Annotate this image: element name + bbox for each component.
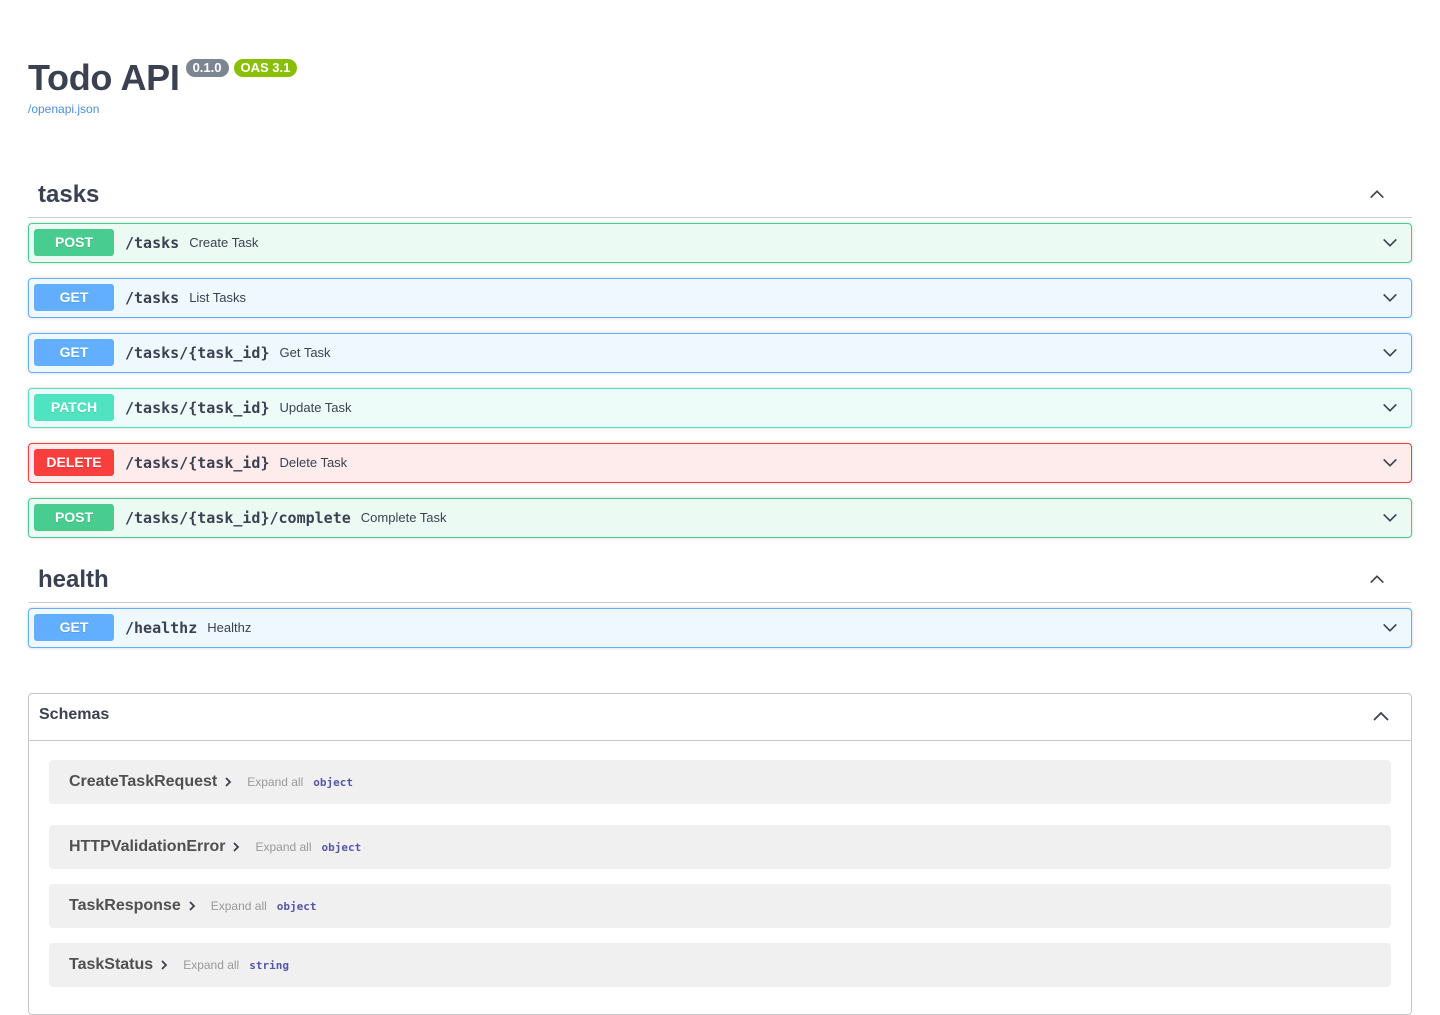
- operation-path: /tasks: [125, 234, 180, 252]
- operation-path-line: /tasks List Tasks: [125, 279, 246, 317]
- expand-all-link[interactable]: Expand all: [211, 899, 267, 913]
- tag-health-name: health: [38, 566, 109, 593]
- openapi-json-link[interactable]: /openapi.json: [28, 102, 297, 116]
- chevron-down-icon[interactable]: [1381, 509, 1399, 527]
- schema-item[interactable]: TaskResponse Expand all object: [49, 884, 1391, 928]
- expand-all-link[interactable]: Expand all: [247, 775, 303, 789]
- chevron-right-icon[interactable]: [159, 959, 169, 971]
- operation-summary: Create Task: [189, 235, 259, 250]
- operation-path: /tasks/{task_id}: [125, 344, 270, 362]
- schema-name[interactable]: TaskResponse: [69, 897, 181, 915]
- chevron-down-icon[interactable]: [1381, 344, 1399, 362]
- chevron-down-icon[interactable]: [1381, 454, 1399, 472]
- version-badge: 0.1.0: [185, 59, 229, 77]
- method-badge: PATCH: [34, 394, 114, 421]
- operation-path-line: /tasks/{task_id}/complete Complete Task: [125, 499, 447, 537]
- operation-path-line: /tasks/{task_id} Get Task: [125, 334, 331, 372]
- operation-path: /tasks/{task_id}: [125, 454, 270, 472]
- schema-type: object: [276, 899, 317, 913]
- schema-name[interactable]: HTTPValidationError: [69, 838, 225, 856]
- operation-summary: Healthz: [207, 620, 252, 635]
- operation-delete-task[interactable]: DELETE /tasks/{task_id} Delete Task: [28, 443, 1412, 483]
- operation-summary: Delete Task: [279, 455, 348, 470]
- chevron-down-icon[interactable]: [1381, 399, 1399, 417]
- chevron-right-icon[interactable]: [231, 841, 241, 853]
- method-badge: POST: [34, 229, 114, 256]
- method-badge: DELETE: [34, 449, 114, 476]
- operation-get-task[interactable]: GET /tasks/{task_id} Get Task: [28, 333, 1412, 373]
- method-badge: GET: [34, 614, 114, 641]
- tag-tasks-header[interactable]: tasks: [28, 171, 1412, 218]
- api-title: Todo API: [28, 57, 180, 98]
- operation-path: /tasks/{task_id}: [125, 399, 270, 417]
- chevron-down-icon[interactable]: [1381, 289, 1399, 307]
- api-info: Todo API 0.1.0 OAS 3.1 /openapi.json: [28, 57, 298, 116]
- oas-badge: OAS 3.1: [233, 59, 298, 77]
- operation-path: /tasks: [125, 289, 180, 307]
- schemas-header[interactable]: Schemas: [29, 694, 1411, 741]
- operation-patch-task[interactable]: PATCH /tasks/{task_id} Update Task: [28, 388, 1412, 428]
- operation-post-complete-task[interactable]: POST /tasks/{task_id}/complete Complete T…: [28, 498, 1412, 538]
- chevron-right-icon[interactable]: [187, 900, 197, 912]
- schema-item[interactable]: TaskStatus Expand all string: [49, 943, 1391, 987]
- schema-type: string: [249, 958, 289, 972]
- operation-path: /tasks/{task_id}/complete: [125, 509, 351, 527]
- operation-summary: Update Task: [279, 400, 352, 415]
- method-badge: GET: [34, 284, 114, 311]
- schemas-section: Schemas CreateTaskRequest Expand all obj…: [28, 693, 1412, 1015]
- chevron-down-icon[interactable]: [1381, 234, 1399, 252]
- schema-name[interactable]: TaskStatus: [69, 956, 153, 974]
- operation-get-tasks[interactable]: GET /tasks List Tasks: [28, 278, 1412, 318]
- chevron-right-icon[interactable]: [223, 776, 233, 788]
- operation-summary: Complete Task: [360, 510, 447, 525]
- operation-summary: List Tasks: [189, 290, 247, 305]
- operation-get-healthz[interactable]: GET /healthz Healthz: [28, 608, 1412, 648]
- schemas-title: Schemas: [39, 706, 110, 723]
- operation-path-line: /healthz Healthz: [125, 609, 251, 647]
- chevron-down-icon[interactable]: [1381, 619, 1399, 637]
- method-badge: POST: [34, 504, 114, 531]
- chevron-up-icon[interactable]: [1371, 706, 1391, 726]
- chevron-up-icon[interactable]: [1368, 570, 1386, 588]
- schema-type: object: [313, 775, 354, 789]
- method-badge: GET: [34, 339, 114, 366]
- schema-name[interactable]: CreateTaskRequest: [69, 773, 217, 791]
- operation-post-tasks[interactable]: POST /tasks Create Task: [28, 223, 1412, 263]
- tag-tasks-name: tasks: [38, 181, 100, 208]
- operation-summary: Get Task: [279, 345, 331, 360]
- operation-path: /healthz: [125, 619, 198, 637]
- schema-type: object: [321, 840, 362, 854]
- operation-path-line: /tasks/{task_id} Delete Task: [125, 444, 347, 482]
- schema-item[interactable]: CreateTaskRequest Expand all object: [49, 760, 1391, 804]
- chevron-up-icon[interactable]: [1368, 185, 1386, 203]
- operation-path-line: /tasks/{task_id} Update Task: [125, 389, 352, 427]
- title-row: Todo API 0.1.0 OAS 3.1: [28, 57, 298, 98]
- operation-path-line: /tasks Create Task: [125, 224, 258, 262]
- schema-item[interactable]: HTTPValidationError Expand all object: [49, 825, 1391, 869]
- expand-all-link[interactable]: Expand all: [255, 840, 311, 854]
- tag-health-header[interactable]: health: [28, 556, 1412, 603]
- expand-all-link[interactable]: Expand all: [183, 958, 239, 972]
